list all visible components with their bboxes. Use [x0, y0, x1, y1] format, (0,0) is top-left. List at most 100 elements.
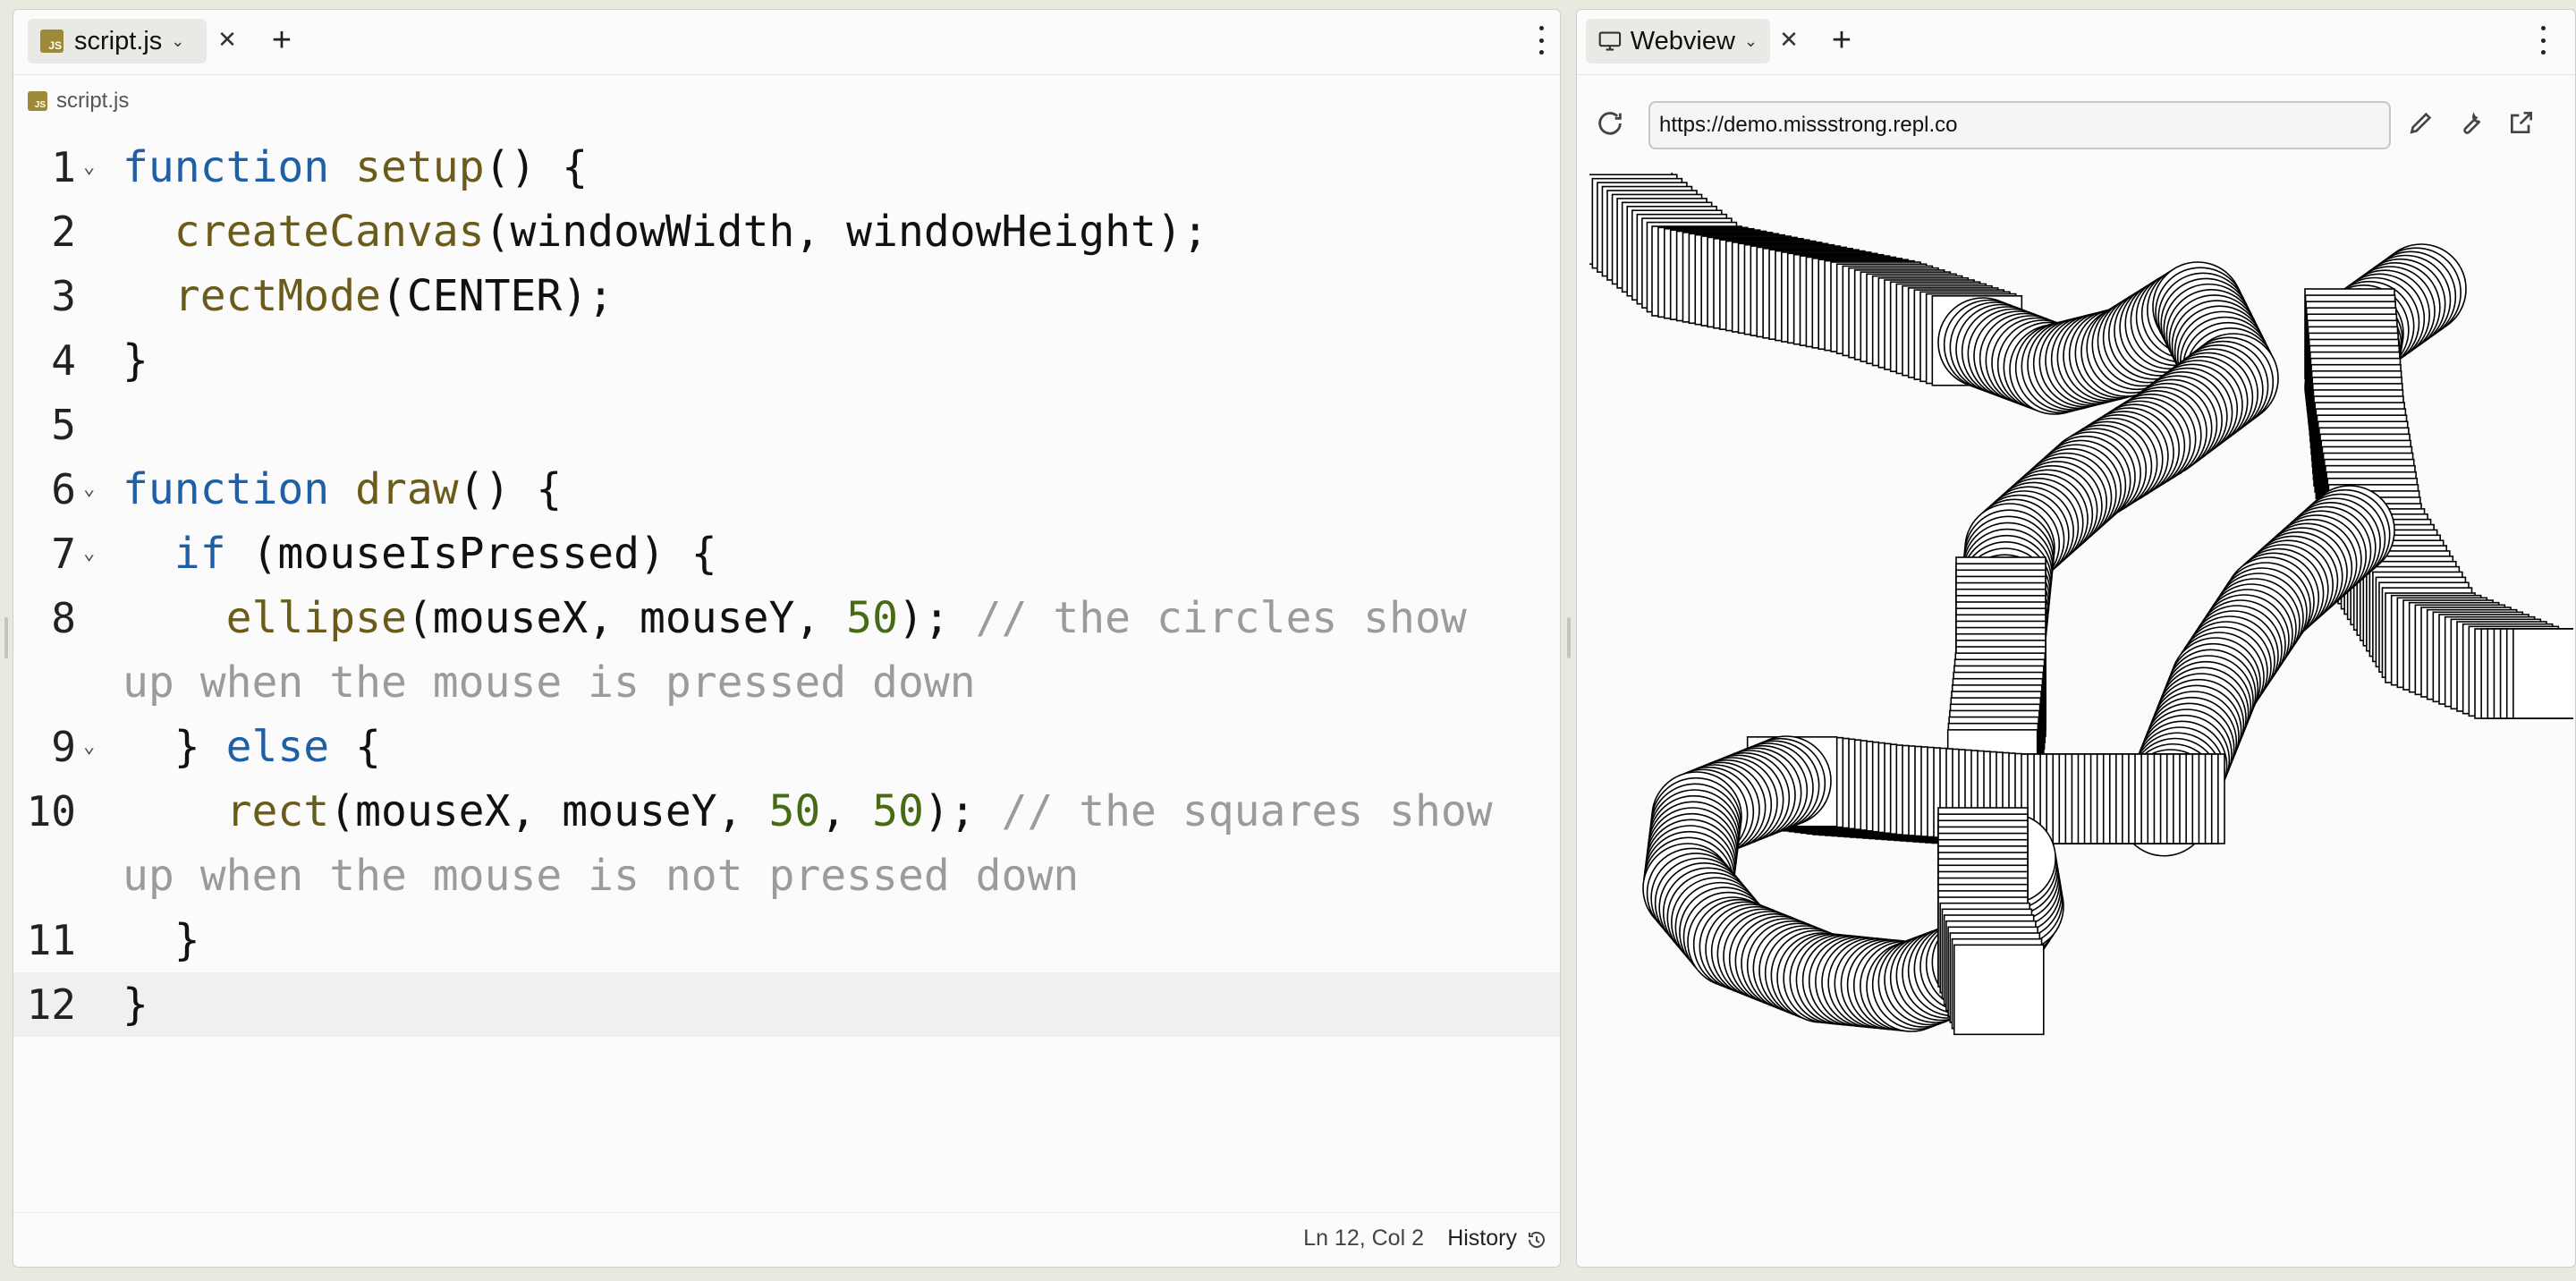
wrench-icon[interactable]	[2457, 108, 2486, 137]
close-tab-icon[interactable]: ✕	[1772, 22, 1806, 56]
line-number: 11	[26, 916, 76, 964]
code-token: );	[923, 786, 1002, 836]
code-line[interactable]: 5	[13, 393, 1560, 457]
close-tab-icon[interactable]: ✕	[210, 22, 244, 56]
js-file-icon: JS	[40, 30, 64, 53]
fold-chevron-icon[interactable]: ⌄	[83, 715, 95, 779]
code-line[interactable]: 4 }	[13, 328, 1560, 393]
code-token: 50	[846, 593, 898, 643]
url-input[interactable]	[1648, 101, 2391, 149]
code-line[interactable]: 9 ⌄ } else {	[13, 715, 1560, 779]
fold-chevron-icon[interactable]: ⌄	[83, 135, 95, 199]
code-token: rect	[225, 786, 330, 836]
more-options-icon[interactable]	[1532, 26, 1550, 55]
line-number: 7	[51, 530, 76, 578]
code-line[interactable]: 10 rect(mouseX, mouseY, 50, 50); // the …	[13, 779, 1560, 908]
code-token: );	[897, 593, 976, 643]
code-token: }	[123, 335, 148, 386]
code-token: ellipse	[225, 593, 407, 643]
code-token: 50	[768, 786, 821, 836]
code-token: }	[123, 722, 226, 772]
code-line[interactable]: 7 ⌄ if (mouseIsPressed) {	[13, 522, 1560, 586]
line-number: 6	[51, 465, 76, 513]
code-token: }	[123, 980, 148, 1030]
code-token: else	[225, 722, 330, 772]
add-tab-icon[interactable]: +	[264, 21, 300, 59]
fold-chevron-icon[interactable]: ⌄	[83, 457, 95, 522]
code-token: () {	[458, 464, 563, 514]
editor-pane: JS script.js ⌄ ✕ + JS script.js 1 ⌄ func…	[13, 9, 1561, 1268]
code-token: (mouseX, mouseY,	[406, 593, 847, 643]
history-icon[interactable]	[1526, 1229, 1547, 1251]
code-token: function	[123, 142, 330, 192]
code-token: (windowWidth, windowHeight);	[484, 207, 1208, 257]
code-line[interactable]: 2 createCanvas(windowWidth, windowHeight…	[13, 199, 1560, 264]
js-file-icon: JS	[28, 91, 47, 111]
cursor-position[interactable]: Ln 12, Col 2	[1303, 1226, 1424, 1251]
breadcrumb-file[interactable]: script.js	[56, 89, 129, 114]
code-token: 50	[872, 786, 924, 836]
more-options-icon[interactable]	[2534, 26, 2552, 55]
line-number: 12	[26, 980, 76, 1029]
reload-icon[interactable]	[1595, 108, 1625, 139]
tab-webview[interactable]: Webview ⌄	[1586, 19, 1770, 64]
editor-tab-bar: JS script.js ⌄ ✕ +	[13, 10, 1560, 75]
chevron-down-icon[interactable]: ⌄	[171, 32, 184, 51]
code-line[interactable]: 3 rectMode(CENTER);	[13, 264, 1560, 328]
line-number: 10	[26, 787, 76, 836]
history-button[interactable]: History	[1447, 1226, 1517, 1251]
code-token: draw	[355, 464, 459, 514]
code-token: setup	[355, 142, 485, 192]
code-token: }	[123, 915, 200, 965]
tab-label: Webview	[1630, 26, 1735, 55]
code-token: {	[329, 722, 381, 772]
pencil-icon[interactable]	[2407, 108, 2436, 137]
drawn-square	[1953, 944, 2045, 1036]
line-number: 2	[51, 208, 76, 256]
fold-chevron-icon[interactable]: ⌄	[83, 522, 95, 586]
sketch-canvas[interactable]	[1589, 173, 2573, 1246]
chevron-down-icon[interactable]: ⌄	[1744, 32, 1758, 51]
code-token: rectMode	[174, 271, 381, 321]
code-token: createCanvas	[174, 207, 485, 257]
drawn-square	[2512, 628, 2573, 719]
code-token: (CENTER);	[380, 271, 614, 321]
monitor-icon	[1598, 31, 1622, 51]
left-resize-handle[interactable]	[4, 617, 8, 658]
code-line[interactable]: 1 ⌄ function setup() {	[13, 135, 1560, 199]
code-token: (mouseX, mouseY,	[329, 786, 769, 836]
webview-tab-bar: Webview ⌄ ✕ +	[1577, 10, 2575, 75]
line-number: 3	[51, 272, 76, 320]
code-token: () {	[484, 142, 589, 192]
code-line-active[interactable]: 12 }	[13, 972, 1560, 1037]
breadcrumb: JS script.js	[28, 85, 129, 117]
code-line[interactable]: 11 }	[13, 908, 1560, 972]
add-tab-icon[interactable]: +	[1824, 21, 1860, 59]
code-line[interactable]: 8 ellipse(mouseX, mouseY, 50); // the ci…	[13, 586, 1560, 715]
line-number: 5	[51, 401, 76, 449]
url-bar	[1577, 74, 2575, 173]
code-token: if	[174, 529, 226, 579]
open-external-icon[interactable]	[2507, 108, 2536, 137]
line-number: 4	[51, 336, 76, 385]
code-token: (mouseIsPressed) {	[225, 529, 717, 579]
code-token: function	[123, 464, 330, 514]
tab-script-js[interactable]: JS script.js ⌄	[28, 19, 207, 64]
code-editor[interactable]: 1 ⌄ function setup() { 2 createCanvas(wi…	[13, 135, 1560, 1037]
pane-resize-handle[interactable]	[1567, 617, 1571, 658]
code-line[interactable]: 6 ⌄ function draw() {	[13, 457, 1560, 522]
line-number: 1	[51, 143, 76, 191]
line-number: 9	[51, 723, 76, 771]
tab-label: script.js	[74, 26, 163, 55]
webview-pane: Webview ⌄ ✕ +	[1576, 9, 2576, 1268]
status-bar: Ln 12, Col 2 History	[13, 1212, 1560, 1267]
code-token: ,	[820, 786, 873, 836]
line-number: 8	[51, 594, 76, 642]
